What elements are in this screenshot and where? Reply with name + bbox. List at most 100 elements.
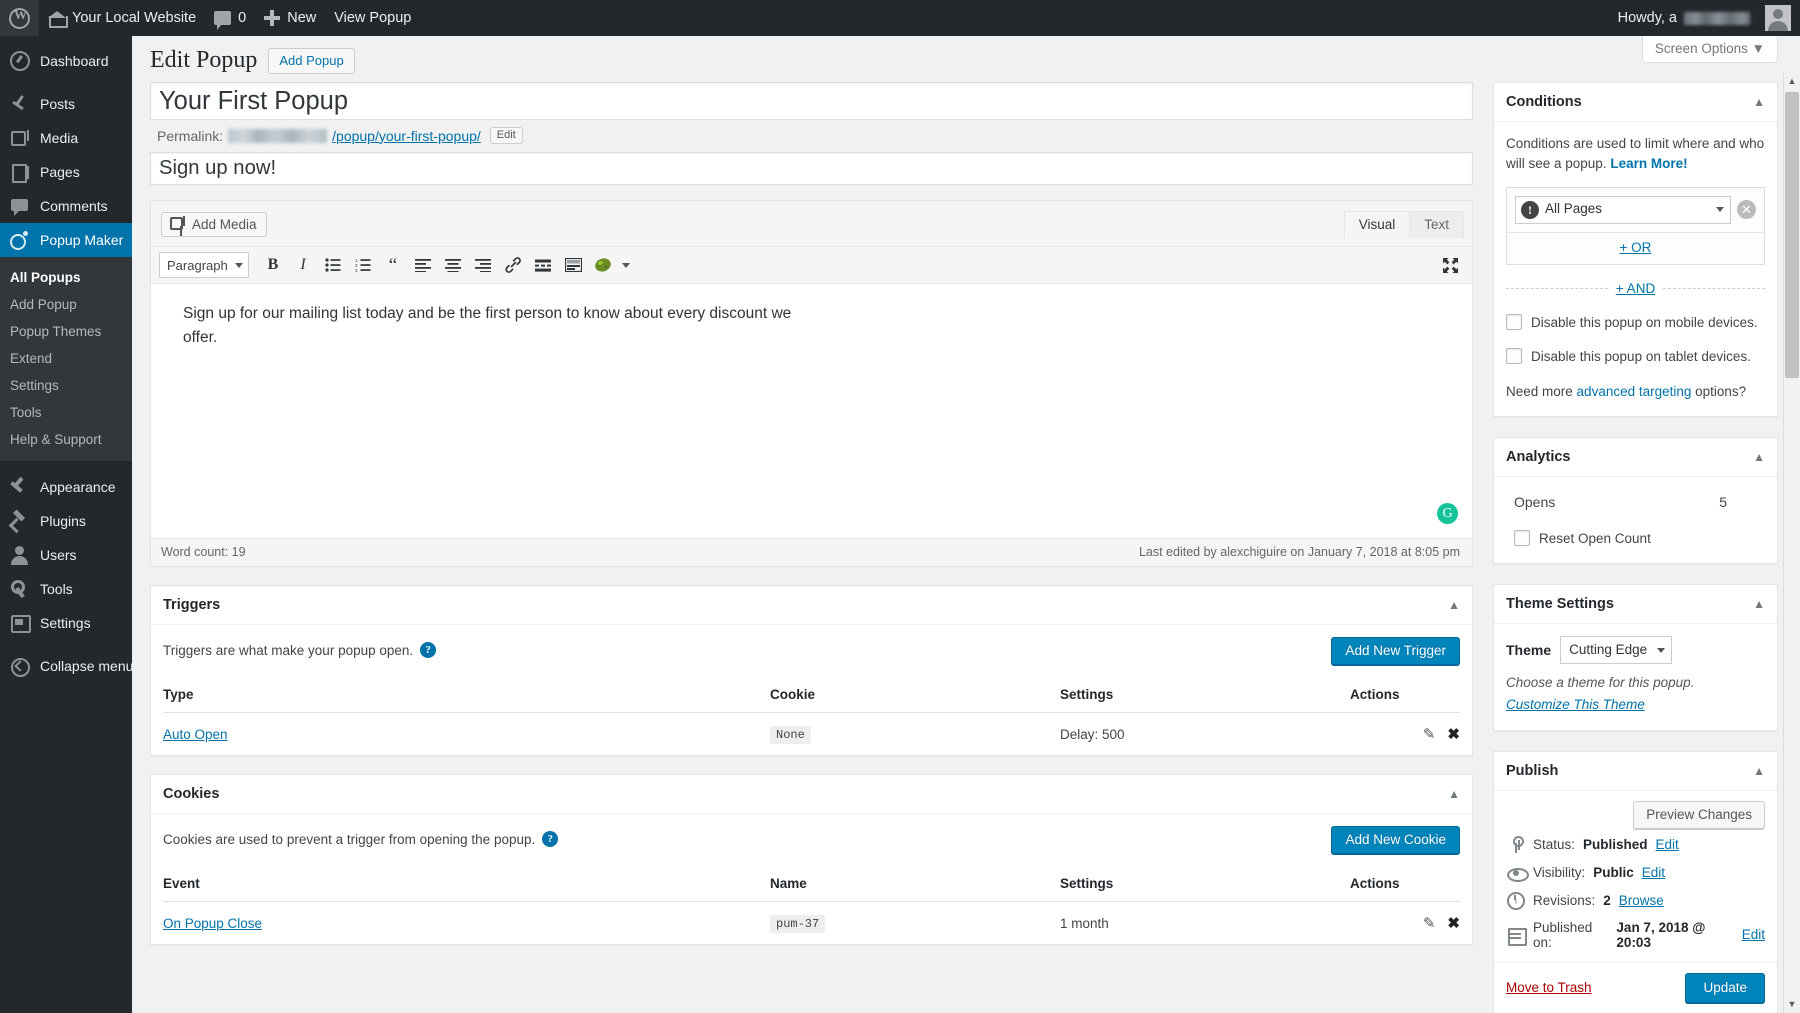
- editor-content-area[interactable]: Sign up for our mailing list today and b…: [151, 284, 1472, 539]
- fullscreen-button[interactable]: [1436, 252, 1464, 278]
- paragraph-format-select[interactable]: Paragraph: [159, 252, 249, 278]
- page-scrollbar[interactable]: ▲ ▼: [1783, 72, 1800, 1013]
- revisions-browse-link[interactable]: Browse: [1619, 893, 1664, 908]
- conditions-learn-more-link[interactable]: Learn More!: [1610, 156, 1687, 171]
- sidebar-item-pages[interactable]: Pages: [0, 155, 132, 189]
- preview-changes-button[interactable]: Preview Changes: [1633, 800, 1765, 829]
- analytics-metabox-header[interactable]: Analytics ▲: [1494, 438, 1777, 477]
- chevron-up-icon[interactable]: ▲: [1448, 787, 1460, 801]
- bulleted-list-button[interactable]: [319, 252, 347, 278]
- help-icon[interactable]: ?: [542, 831, 559, 847]
- scroll-up-arrow[interactable]: ▲: [1785, 74, 1799, 88]
- wp-logo-menu[interactable]: [0, 0, 39, 36]
- sidebar-item-settings[interactable]: Settings: [0, 606, 132, 640]
- disable-tablet-checkbox[interactable]: [1506, 348, 1522, 365]
- clock-icon: [1507, 891, 1525, 910]
- customize-theme-link[interactable]: Customize This Theme: [1506, 695, 1765, 715]
- advanced-targeting-link[interactable]: advanced targeting: [1577, 384, 1692, 399]
- sidebar-item-users[interactable]: Users: [0, 538, 132, 572]
- align-center-button[interactable]: [439, 252, 467, 278]
- disable-mobile-row[interactable]: Disable this popup on mobile devices.: [1506, 313, 1765, 333]
- blockquote-button[interactable]: “: [379, 252, 407, 278]
- sidebar-item-media[interactable]: Media: [0, 121, 132, 155]
- link-button[interactable]: [499, 252, 527, 278]
- chevron-up-icon[interactable]: ▲: [1448, 598, 1460, 612]
- scroll-down-arrow[interactable]: ▼: [1785, 997, 1799, 1011]
- published-edit-link[interactable]: Edit: [1742, 927, 1765, 942]
- trigger-type-link[interactable]: Auto Open: [163, 727, 228, 742]
- olive-plugin-caret[interactable]: [619, 252, 633, 278]
- delete-x-icon[interactable]: ✖: [1447, 725, 1460, 743]
- submenu-item-tools[interactable]: Tools: [0, 399, 132, 426]
- status-edit-link[interactable]: Edit: [1656, 837, 1679, 852]
- cookie-event-link[interactable]: On Popup Close: [163, 916, 262, 931]
- read-more-button[interactable]: [529, 252, 557, 278]
- submenu-item-settings[interactable]: Settings: [0, 372, 132, 399]
- submenu-item-popup-themes[interactable]: Popup Themes: [0, 318, 132, 345]
- submenu-item-add-popup[interactable]: Add Popup: [0, 291, 132, 318]
- visibility-edit-link[interactable]: Edit: [1642, 865, 1665, 880]
- numbered-list-button[interactable]: 123: [349, 252, 377, 278]
- submenu-item-help-support[interactable]: Help & Support: [0, 426, 132, 453]
- reset-open-count-row[interactable]: Reset Open Count: [1506, 529, 1765, 549]
- theme-select[interactable]: Cutting Edge: [1560, 636, 1673, 664]
- toolbar-toggle-button[interactable]: [559, 252, 587, 278]
- reset-open-count-checkbox[interactable]: [1514, 529, 1530, 546]
- sidebar-item-posts[interactable]: Posts: [0, 87, 132, 121]
- tab-text[interactable]: Text: [1409, 211, 1464, 238]
- edit-slug-button[interactable]: Edit: [489, 127, 523, 144]
- sidebar-item-plugins[interactable]: Plugins: [0, 504, 132, 538]
- tab-visual[interactable]: Visual: [1343, 211, 1411, 239]
- remove-condition-icon[interactable]: ✕: [1737, 200, 1756, 219]
- sidebar-item-appearance[interactable]: Appearance: [0, 470, 132, 504]
- chevron-up-icon[interactable]: ▲: [1753, 450, 1765, 464]
- italic-button[interactable]: I: [289, 252, 317, 278]
- post-title-input[interactable]: [150, 82, 1473, 120]
- new-content-menu[interactable]: New: [255, 0, 325, 36]
- permalink-link[interactable]: /popup/your-first-popup/: [332, 128, 481, 144]
- add-new-trigger-button[interactable]: Add New Trigger: [1331, 637, 1460, 665]
- update-button[interactable]: Update: [1685, 972, 1765, 1003]
- submenu-item-all-popups[interactable]: All Popups: [0, 264, 132, 291]
- align-left-button[interactable]: [409, 252, 437, 278]
- help-icon[interactable]: ?: [420, 642, 437, 658]
- add-or-link[interactable]: + OR: [1620, 240, 1652, 255]
- olive-plugin-button[interactable]: [589, 252, 617, 278]
- add-and-link[interactable]: + AND: [1616, 279, 1655, 299]
- publish-metabox-header[interactable]: Publish ▲: [1494, 752, 1777, 791]
- theme-settings-metabox-header[interactable]: Theme Settings ▲: [1494, 585, 1777, 624]
- condition-select[interactable]: ! All Pages: [1515, 195, 1731, 224]
- cookies-metabox-header[interactable]: Cookies ▲: [151, 775, 1472, 814]
- add-popup-button[interactable]: Add Popup: [268, 47, 355, 74]
- edit-pencil-icon[interactable]: ✎: [1423, 725, 1436, 743]
- view-popup-link[interactable]: View Popup: [325, 0, 420, 36]
- align-right-button[interactable]: [469, 252, 497, 278]
- site-name-menu[interactable]: Your Local Website: [39, 0, 205, 36]
- triggers-metabox-header[interactable]: Triggers ▲: [151, 586, 1472, 625]
- add-media-button[interactable]: Add Media: [161, 212, 267, 237]
- bold-button[interactable]: B: [259, 252, 287, 278]
- collapse-menu-button[interactable]: Collapse menu: [0, 649, 133, 683]
- add-new-cookie-button[interactable]: Add New Cookie: [1331, 826, 1460, 854]
- delete-x-icon[interactable]: ✖: [1447, 914, 1460, 932]
- screen-options-button[interactable]: Screen Options ▼: [1641, 36, 1778, 63]
- conditions-metabox-header[interactable]: Conditions ▲: [1494, 83, 1777, 122]
- sidebar-item-dashboard[interactable]: Dashboard: [0, 44, 132, 78]
- comments-menu[interactable]: 0: [205, 0, 255, 36]
- disable-tablet-row[interactable]: Disable this popup on tablet devices.: [1506, 347, 1765, 367]
- scroll-thumb[interactable]: [1785, 92, 1799, 378]
- move-to-trash-link[interactable]: Move to Trash: [1506, 980, 1592, 995]
- chevron-up-icon[interactable]: ▲: [1753, 95, 1765, 109]
- sidebar-item-tools[interactable]: Tools: [0, 572, 132, 606]
- chevron-up-icon[interactable]: ▲: [1753, 597, 1765, 611]
- disable-mobile-checkbox[interactable]: [1506, 314, 1522, 330]
- grammarly-icon[interactable]: G: [1437, 503, 1458, 524]
- submenu-item-extend[interactable]: Extend: [0, 345, 132, 372]
- not-operand-icon[interactable]: !: [1521, 200, 1539, 219]
- chevron-up-icon[interactable]: ▲: [1753, 764, 1765, 778]
- sidebar-item-popup-maker[interactable]: Popup Maker: [0, 223, 132, 257]
- sidebar-item-comments[interactable]: Comments: [0, 189, 132, 223]
- popup-headline-input[interactable]: [150, 152, 1473, 185]
- my-account-menu[interactable]: Howdy, a: [1609, 0, 1800, 36]
- edit-pencil-icon[interactable]: ✎: [1423, 914, 1436, 932]
